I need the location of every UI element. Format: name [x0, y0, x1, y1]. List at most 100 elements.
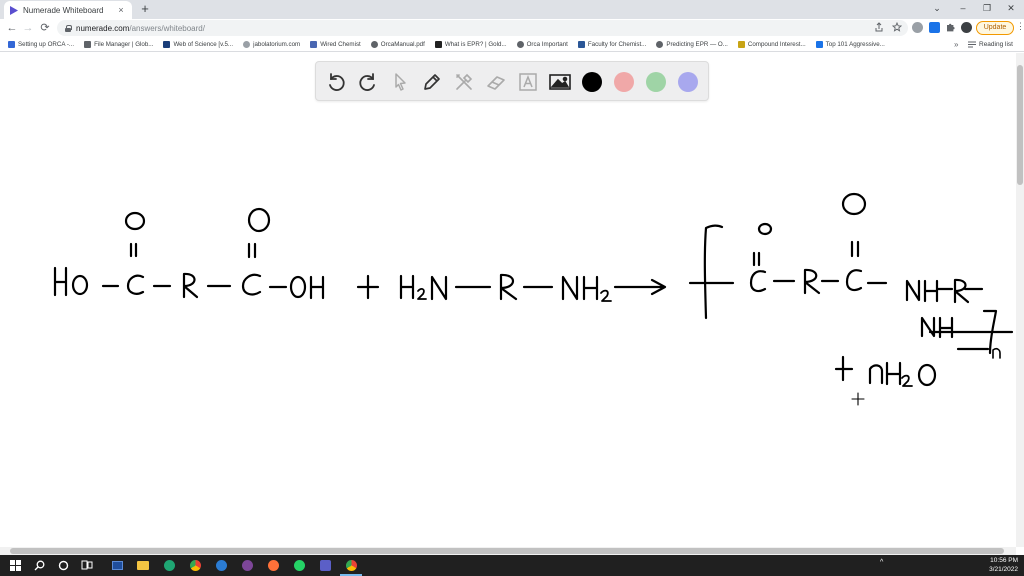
pen-icon[interactable]	[419, 69, 445, 95]
reload-button[interactable]: ⟳	[37, 20, 53, 36]
bookmark-item[interactable]: Wired Chemist	[310, 40, 361, 48]
more-bookmarks-icon[interactable]: »	[954, 37, 958, 51]
bookmark-favicon-icon	[516, 40, 524, 48]
redo-icon[interactable]	[355, 69, 381, 95]
tab-search-button[interactable]: ⌄	[924, 0, 950, 17]
tools-icon[interactable]	[451, 69, 477, 95]
color-swatch-red[interactable]	[614, 72, 634, 92]
bookmark-favicon-icon	[737, 40, 745, 48]
update-button[interactable]: Update	[976, 21, 1014, 35]
plus-strokes	[356, 274, 380, 300]
clock[interactable]: 10:56 PM 3/21/2022	[989, 556, 1018, 574]
url-host: numerade.com	[76, 23, 130, 33]
bookmark-item[interactable]: Orca Important	[516, 40, 568, 48]
bookmark-label: OrcaManual.pdf	[380, 40, 425, 48]
reading-list-icon	[968, 41, 976, 48]
bookmark-item[interactable]: Top 101 Aggressive...	[815, 40, 885, 48]
edge-icon[interactable]	[162, 558, 176, 572]
text-icon[interactable]	[515, 69, 541, 95]
bookmark-item[interactable]: File Manager | Glob...	[84, 40, 154, 48]
bookmark-favicon-icon	[84, 40, 92, 48]
cursor-icon[interactable]	[387, 69, 413, 95]
bookmark-star-icon[interactable]	[892, 22, 902, 32]
horizontal-scroll-thumb[interactable]	[10, 548, 1004, 554]
teams-icon[interactable]	[318, 558, 332, 572]
bookmark-item[interactable]: Faculty for Chemist...	[577, 40, 646, 48]
bookmark-item[interactable]: Setting up ORCA -...	[8, 40, 75, 48]
firefox-icon[interactable]	[266, 558, 280, 572]
search-icon[interactable]	[32, 558, 46, 572]
clock-time: 10:56 PM	[990, 557, 1018, 564]
diacid-strokes	[53, 207, 325, 300]
tab-numerade-whiteboard[interactable]: Numerade Whiteboard ×	[4, 1, 132, 19]
more-menu-icon[interactable]: ⋮	[1016, 21, 1024, 32]
tab-strip: Numerade Whiteboard × + ⌄ – ❐ ✕	[0, 0, 1024, 19]
extensions-puzzle-icon[interactable]	[945, 22, 956, 33]
extension-shield-icon[interactable]	[929, 22, 940, 33]
whatsapp-icon[interactable]	[292, 558, 306, 572]
bookmark-item[interactable]: OrcaManual.pdf	[370, 40, 425, 48]
windows-start-icon[interactable]	[8, 558, 22, 572]
vertical-scrollbar[interactable]	[1016, 53, 1024, 547]
diamine-strokes	[399, 273, 667, 302]
file-explorer-icon[interactable]	[136, 558, 150, 572]
bookmark-favicon-icon	[434, 40, 442, 48]
tor-browser-icon[interactable]	[240, 558, 254, 572]
bookmark-item[interactable]: What is EPR? | Gold...	[434, 40, 507, 48]
windows-taskbar: ^ 10:56 PM 3/21/2022	[0, 555, 1024, 576]
bookmark-label: Predicting EPR — O...	[666, 40, 728, 48]
reading-list-button[interactable]: Reading list	[968, 37, 1013, 51]
browser-toolbar: ← → ⟳ numerade.com/answers/whiteboard/ U…	[0, 19, 1024, 37]
back-button[interactable]: ←	[4, 20, 20, 36]
task-view-icon[interactable]	[80, 558, 94, 572]
address-bar[interactable]: numerade.com/answers/whiteboard/	[57, 20, 908, 36]
word-icon[interactable]	[214, 558, 228, 572]
maximize-button[interactable]: ❐	[974, 0, 1000, 17]
bookmark-label: File Manager | Glob...	[94, 40, 154, 48]
tray-chevron-icon[interactable]: ^	[880, 559, 883, 566]
whiteboard-canvas[interactable]	[0, 53, 1016, 547]
url-path: /answers/whiteboard/	[129, 23, 205, 33]
bookmark-label: jabolatorium.com	[253, 40, 301, 48]
widgets-icon[interactable]	[110, 558, 124, 572]
reading-list-label: Reading list	[979, 41, 1013, 48]
close-window-button[interactable]: ✕	[998, 0, 1024, 17]
horizontal-scrollbar[interactable]	[0, 547, 1016, 555]
bookmark-item[interactable]: jabolatorium.com	[243, 40, 301, 48]
crosshair-cursor-icon	[851, 392, 865, 406]
lock-icon[interactable]	[65, 24, 72, 32]
system-tray: ^	[880, 559, 883, 566]
bookmark-item[interactable]: Web of Science [v.5...	[163, 40, 234, 48]
tab-title: Numerade Whiteboard	[23, 5, 104, 15]
bookmark-favicon-icon	[8, 40, 15, 48]
undo-icon[interactable]	[323, 69, 349, 95]
chrome-active-icon[interactable]	[344, 558, 358, 572]
bookmark-label: Web of Science [v.5...	[173, 40, 234, 48]
cortana-icon[interactable]	[56, 558, 70, 572]
eraser-icon[interactable]	[483, 69, 509, 95]
handwritten-reaction-drawing	[53, 192, 1014, 406]
color-swatch-black[interactable]	[582, 72, 602, 92]
color-swatch-green[interactable]	[646, 72, 666, 92]
tab-close-icon[interactable]: ×	[116, 5, 126, 15]
chrome-icon[interactable]	[188, 558, 202, 572]
minimize-button[interactable]: –	[950, 0, 976, 17]
bookmark-item[interactable]: Predicting EPR — O...	[656, 40, 728, 48]
bookmark-item[interactable]: Compound Interest...	[737, 40, 806, 48]
bookmark-label: Compound Interest...	[747, 40, 806, 48]
bookmark-favicon-icon	[163, 40, 171, 48]
image-icon[interactable]	[547, 69, 573, 95]
share-icon[interactable]	[874, 22, 884, 32]
new-tab-button[interactable]: +	[138, 2, 152, 16]
color-swatch-blue[interactable]	[678, 72, 698, 92]
whiteboard-toolbar	[315, 61, 709, 101]
url-text[interactable]: numerade.com/answers/whiteboard/	[76, 24, 205, 33]
forward-button[interactable]: →	[20, 20, 36, 36]
bookmark-favicon-icon	[310, 40, 318, 48]
bookmark-label: Setting up ORCA -...	[18, 40, 75, 48]
extension-gray-icon[interactable]	[912, 22, 923, 33]
vertical-scroll-thumb[interactable]	[1017, 65, 1023, 185]
profile-avatar[interactable]	[961, 22, 972, 33]
bookmark-favicon-icon	[577, 40, 585, 48]
bookmark-favicon-icon	[370, 40, 378, 48]
